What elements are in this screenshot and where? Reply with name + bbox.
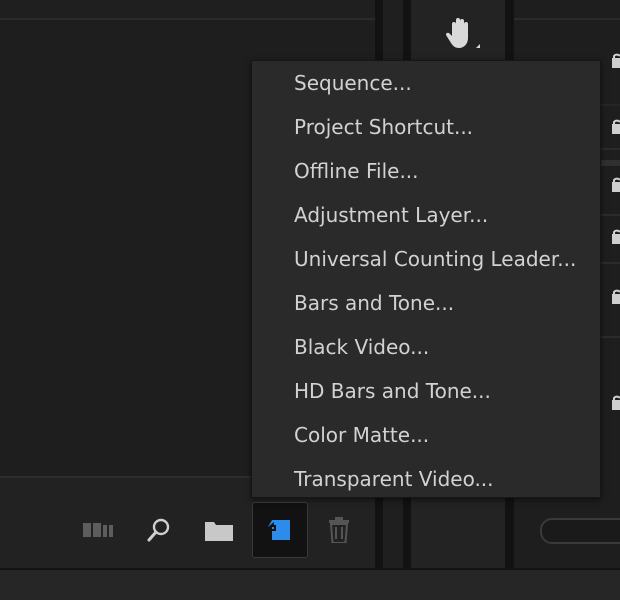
- track-lock-icon[interactable]: [612, 118, 620, 134]
- new-item-button[interactable]: [252, 502, 308, 558]
- freeform-view-icon: [83, 523, 113, 537]
- track-lock-icon[interactable]: [612, 52, 620, 68]
- track-lock-icon[interactable]: [612, 228, 620, 244]
- menu-item-color-matte[interactable]: Color Matte...: [252, 413, 600, 457]
- menu-list: Sequence... Project Shortcut... Offline …: [252, 61, 600, 501]
- clear-button[interactable]: [311, 502, 367, 558]
- hand-tool-button[interactable]: [436, 10, 484, 58]
- zoom-scrollbar[interactable]: [540, 518, 620, 544]
- trash-icon: [329, 517, 349, 543]
- menu-item-project-shortcut[interactable]: Project Shortcut...: [252, 105, 600, 149]
- menu-item-hd-bars-and-tone[interactable]: HD Bars and Tone...: [252, 369, 600, 413]
- freeform-view-button[interactable]: [71, 502, 127, 558]
- status-bar: [0, 568, 620, 600]
- menu-item-bars-and-tone[interactable]: Bars and Tone...: [252, 281, 600, 325]
- new-item-icon: [268, 520, 290, 540]
- menu-item-adjustment-layer[interactable]: Adjustment Layer...: [252, 193, 600, 237]
- menu-item-offline-file[interactable]: Offline File...: [252, 149, 600, 193]
- hand-tool-icon: [445, 18, 480, 48]
- app-window: Sequence... Project Shortcut... Offline …: [0, 0, 620, 600]
- menu-item-black-video[interactable]: Black Video...: [252, 325, 600, 369]
- menu-item-sequence[interactable]: Sequence...: [252, 61, 600, 105]
- new-item-menu: Sequence... Project Shortcut... Offline …: [251, 60, 601, 498]
- search-button[interactable]: [131, 502, 187, 558]
- track-lock-icon[interactable]: [612, 394, 620, 410]
- menu-item-transparent-video[interactable]: Transparent Video...: [252, 457, 600, 501]
- search-icon: [147, 518, 170, 542]
- folder-icon: [205, 522, 233, 541]
- menu-item-universal-counting-leader[interactable]: Universal Counting Leader...: [252, 237, 600, 281]
- track-divider: [514, 18, 620, 20]
- track-lock-icon[interactable]: [612, 288, 620, 304]
- track-lock-icon[interactable]: [612, 176, 620, 192]
- new-bin-button[interactable]: [191, 502, 247, 558]
